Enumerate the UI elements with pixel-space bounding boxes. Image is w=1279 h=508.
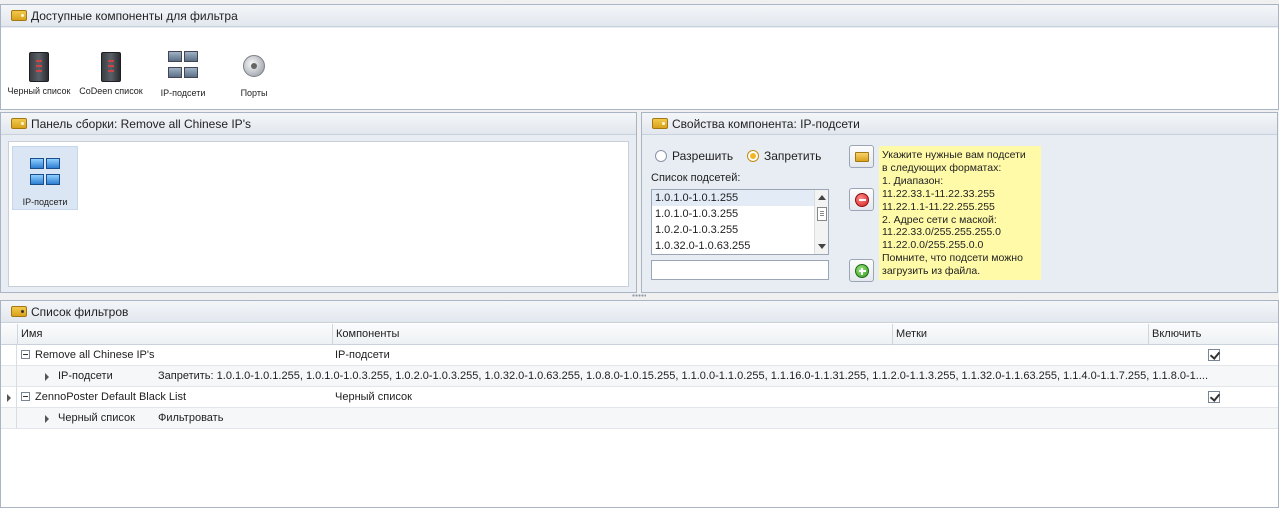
table-row[interactable]: ZennoPoster Default Black List Черный сп… bbox=[1, 387, 1278, 408]
list-item[interactable]: 1.0.1.0-1.0.1.255 bbox=[652, 190, 828, 206]
scroll-down-icon[interactable] bbox=[818, 244, 826, 249]
row-indicator bbox=[1, 345, 17, 366]
row-indicator bbox=[1, 408, 17, 429]
filters-grid: Имя Компоненты Метки Включить Remove all… bbox=[1, 324, 1278, 507]
expand-icon[interactable] bbox=[39, 366, 55, 387]
filter-list-panel: Список фильтров Имя Компоненты Метки Вкл… bbox=[0, 300, 1279, 508]
row-indicator bbox=[1, 366, 17, 387]
scroll-up-icon[interactable] bbox=[818, 195, 826, 200]
assembly-panel-header: Панель сборки: Remove all Chinese IP's bbox=[1, 113, 636, 135]
component-codeen-list[interactable]: CoDeen список bbox=[71, 48, 151, 96]
table-row[interactable]: IP-подсети Запретить: 1.0.1.0-1.0.1.255,… bbox=[1, 366, 1278, 387]
subnet-listbox[interactable]: 1.0.1.0-1.0.1.255 1.0.1.0-1.0.3.255 1.0.… bbox=[651, 189, 829, 255]
add-subnet-button[interactable] bbox=[849, 259, 874, 282]
subnet-list-label: Список подсетей: bbox=[651, 172, 741, 184]
hint-line: Укажите нужные вам подсети bbox=[882, 149, 1026, 161]
components-panel-title: Доступные компоненты для фильтра bbox=[31, 9, 238, 23]
filters-panel-title: Список фильтров bbox=[31, 305, 129, 319]
table-row[interactable]: Remove all Chinese IP's IP-подсети bbox=[1, 345, 1278, 366]
components-panel-header: Доступные компоненты для фильтра bbox=[1, 5, 1278, 27]
component-black-list[interactable]: Черный список bbox=[0, 48, 79, 96]
black-list-icon bbox=[29, 52, 49, 82]
filter-name: ZennoPoster Default Black List bbox=[35, 391, 187, 403]
plus-icon bbox=[855, 264, 869, 278]
radio-allow-dot[interactable] bbox=[655, 150, 667, 162]
expand-icon[interactable] bbox=[39, 408, 55, 429]
list-item[interactable]: 1.0.32.0-1.0.63.255 bbox=[652, 238, 828, 254]
column-header-components[interactable]: Компоненты bbox=[332, 324, 893, 345]
child-component-value: Запретить: 1.0.1.0-1.0.1.255, 1.0.1.0-1.… bbox=[158, 370, 1209, 382]
splitter-handle[interactable] bbox=[632, 294, 646, 297]
ports-icon bbox=[236, 48, 272, 84]
filters-panel-header: Список фильтров bbox=[1, 301, 1278, 323]
child-component-value: Фильтровать bbox=[158, 412, 224, 424]
child-component-name: Черный список bbox=[58, 412, 135, 424]
component-label: Черный список bbox=[7, 86, 71, 96]
scroll-thumb[interactable] bbox=[817, 207, 827, 221]
assembly-panel: Панель сборки: Remove all Chinese IP's I… bbox=[0, 112, 637, 293]
wallet-icon bbox=[11, 10, 27, 21]
subnet-input[interactable] bbox=[651, 260, 829, 280]
list-item[interactable]: 1.0.2.0-1.0.3.255 bbox=[652, 222, 828, 238]
wallet-icon bbox=[652, 118, 668, 129]
hint-line: 11.22.1.1-11.22.255.255 bbox=[882, 200, 995, 213]
enable-checkbox[interactable] bbox=[1208, 349, 1220, 361]
child-component-name: IP-подсети bbox=[58, 370, 113, 382]
ip-subnets-icon bbox=[165, 48, 201, 84]
filter-name: Remove all Chinese IP's bbox=[35, 349, 155, 361]
hint-line: 1. Диапазон: bbox=[882, 174, 944, 187]
list-item[interactable]: 1.0.1.0-1.0.3.255 bbox=[652, 206, 828, 222]
assembly-item-label: IP-подсети bbox=[22, 197, 68, 207]
filter-components: Черный список bbox=[335, 391, 412, 403]
folder-icon bbox=[855, 152, 869, 162]
grid-header: Имя Компоненты Метки Включить bbox=[1, 324, 1278, 345]
collapse-icon[interactable] bbox=[21, 392, 30, 401]
subnet-format-hint: Укажите нужные вам подсети в следующих ф… bbox=[879, 146, 1041, 280]
wallet-icon bbox=[11, 118, 27, 129]
component-label: Порты bbox=[240, 88, 268, 98]
assembly-panel-title: Панель сборки: Remove all Chinese IP's bbox=[31, 117, 251, 131]
enable-checkbox[interactable] bbox=[1208, 391, 1220, 403]
wallet-icon bbox=[11, 306, 27, 317]
component-ip-subnets[interactable]: IP-подсети bbox=[143, 48, 223, 98]
assembly-canvas[interactable]: IP-подсети bbox=[8, 141, 629, 287]
component-properties-panel: Свойства компонента: IP-подсети Разрешит… bbox=[641, 112, 1278, 293]
hint-line: 11.22.33.0/255.255.255.0 bbox=[882, 226, 1001, 239]
available-components-panel: Доступные компоненты для фильтра Черный … bbox=[0, 4, 1279, 110]
load-from-file-button[interactable] bbox=[849, 145, 874, 168]
radio-allow[interactable]: Разрешить bbox=[655, 149, 733, 163]
hint-line: загрузить из файла. bbox=[882, 265, 981, 278]
radio-deny[interactable]: Запретить bbox=[747, 149, 821, 163]
codeen-list-icon bbox=[101, 52, 121, 82]
radio-allow-label: Разрешить bbox=[672, 149, 734, 163]
ip-subnets-icon bbox=[27, 155, 63, 191]
hint-line: 11.22.0.0/255.255.0.0 bbox=[882, 239, 984, 252]
hint-line: Помните, что подсети можно bbox=[882, 252, 1023, 265]
column-header-enable[interactable]: Включить bbox=[1148, 324, 1279, 345]
component-label: CoDeen список bbox=[79, 86, 143, 96]
hint-line: в следующих форматах: bbox=[882, 161, 1002, 174]
radio-deny-label: Запретить bbox=[764, 149, 822, 163]
filter-components: IP-подсети bbox=[335, 349, 390, 361]
properties-panel-header: Свойства компонента: IP-подсети bbox=[642, 113, 1277, 135]
current-row-indicator bbox=[1, 387, 17, 408]
table-row[interactable]: Черный список Фильтровать bbox=[1, 408, 1278, 429]
column-header-tags[interactable]: Метки bbox=[892, 324, 1149, 345]
component-ports[interactable]: Порты bbox=[214, 48, 294, 98]
properties-panel-title: Свойства компонента: IP-подсети bbox=[672, 117, 860, 131]
collapse-icon[interactable] bbox=[21, 350, 30, 359]
hint-line: 2. Адрес сети с маской: bbox=[882, 213, 997, 226]
hint-line: 11.22.33.1-11.22.33.255 bbox=[882, 187, 995, 200]
subnet-list-scrollbar[interactable] bbox=[814, 190, 828, 254]
radio-deny-dot[interactable] bbox=[747, 150, 759, 162]
component-label: IP-подсети bbox=[160, 88, 206, 98]
minus-icon bbox=[855, 193, 869, 207]
column-header-name[interactable]: Имя bbox=[17, 324, 333, 345]
assembly-item-ip-subnets[interactable]: IP-подсети bbox=[12, 146, 78, 210]
remove-subnet-button[interactable] bbox=[849, 188, 874, 211]
